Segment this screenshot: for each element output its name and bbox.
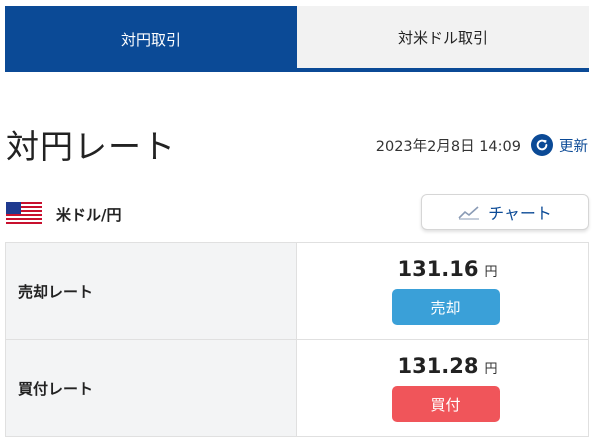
buy-rate-label: 買付レート — [6, 340, 297, 436]
sell-rate-unit: 円 — [484, 265, 498, 280]
buy-button[interactable]: 買付 — [391, 386, 500, 422]
buy-rate-value-cell: 131.28 円 買付 — [297, 340, 588, 436]
buy-rate-number: 131.28 — [397, 354, 479, 378]
timestamp-row: 2023年2月8日 14:09 更新 — [376, 134, 588, 156]
sell-rate-number: 131.16 — [397, 257, 479, 281]
refresh-button[interactable]: 更新 — [531, 134, 588, 156]
page-title: 対円レート — [6, 127, 176, 166]
sell-button[interactable]: 売却 — [391, 289, 500, 325]
buy-rate-value: 131.28 円 — [397, 354, 497, 378]
timestamp: 2023年2月8日 14:09 — [375, 138, 521, 155]
line-chart-icon — [458, 206, 480, 220]
refresh-label: 更新 — [559, 138, 588, 155]
sell-rate-label: 売却レート — [6, 243, 297, 339]
us-flag-icon — [6, 202, 42, 226]
sell-rate-value-cell: 131.16 円 売却 — [297, 243, 588, 339]
currency-pair: 米ドル/円 — [6, 202, 121, 226]
tab-jpy-trading[interactable]: 対円取引 — [5, 6, 297, 72]
buy-rate-unit: 円 — [484, 362, 498, 377]
rate-table: 売却レート 131.16 円 売却 買付レート 131.28 円 買付 — [5, 242, 589, 437]
sell-rate-value: 131.16 円 — [397, 257, 497, 281]
buy-rate-row: 買付レート 131.28 円 買付 — [6, 340, 588, 437]
chart-button-label: チャート — [488, 204, 552, 223]
refresh-icon — [531, 134, 553, 156]
tab-bar: 対円取引 対米ドル取引 — [5, 6, 589, 72]
sell-rate-row: 売却レート 131.16 円 売却 — [6, 243, 588, 340]
tab-usd-trading[interactable]: 対米ドル取引 — [297, 6, 589, 72]
chart-button[interactable]: チャート — [421, 194, 589, 230]
currency-pair-label: 米ドル/円 — [56, 205, 122, 224]
